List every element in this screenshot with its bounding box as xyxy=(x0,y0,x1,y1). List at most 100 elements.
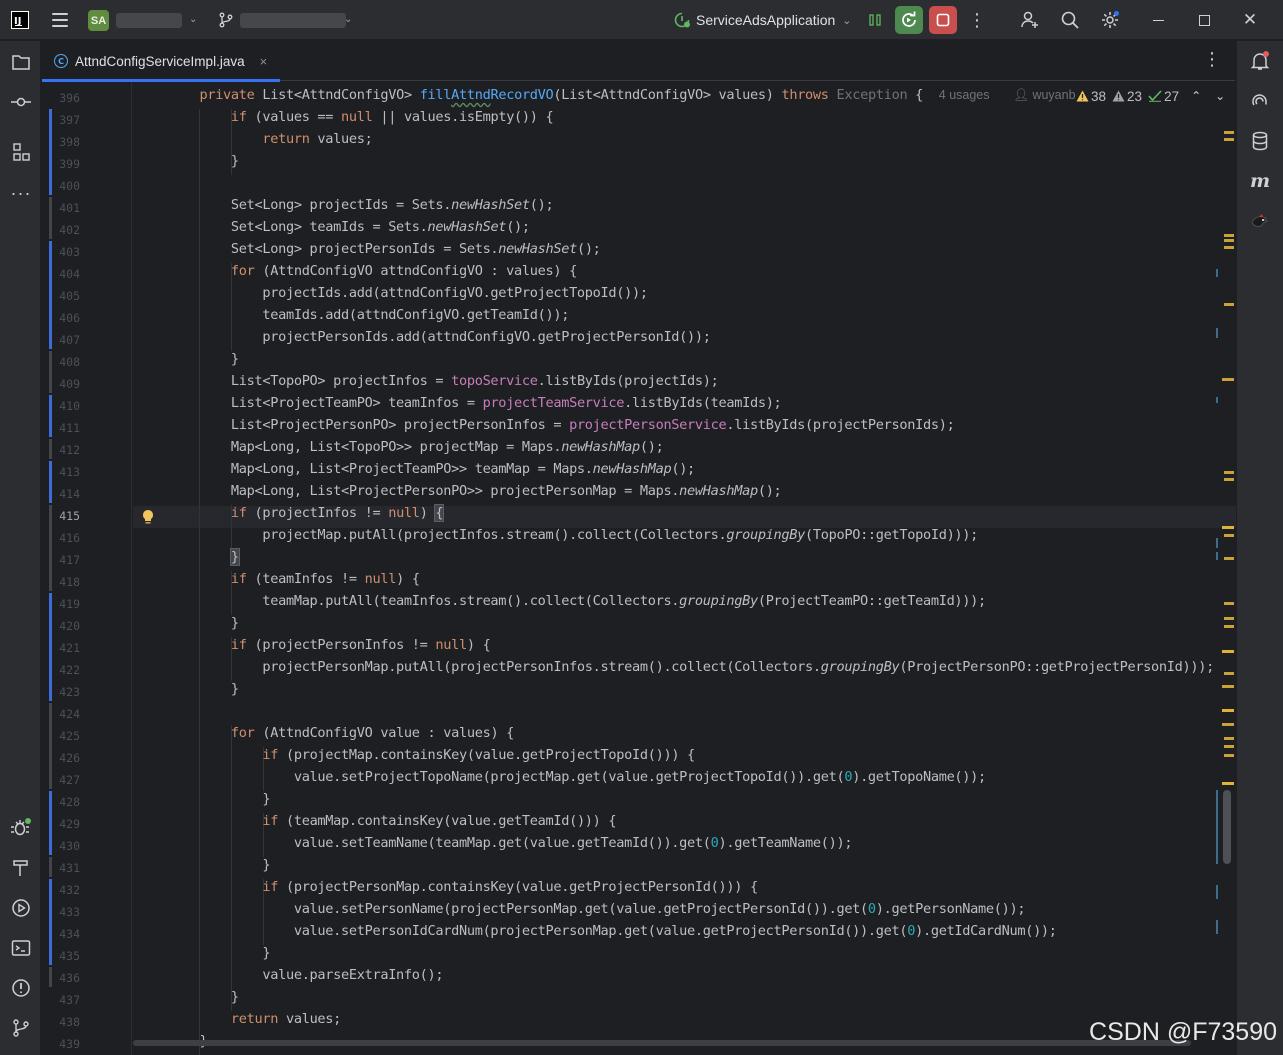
warning-stripe-marker[interactable] xyxy=(1224,625,1234,628)
code-line[interactable]: if (projectPersonInfos != null) { xyxy=(168,637,491,659)
line-number[interactable]: 410 xyxy=(42,399,80,413)
previous-highlight-chevron-up-icon[interactable]: ⌃ xyxy=(1191,89,1201,103)
code-line[interactable]: for (AttndConfigVO attndConfigVO : value… xyxy=(168,263,577,285)
line-number[interactable]: 424 xyxy=(42,707,80,721)
line-number[interactable]: 400 xyxy=(42,179,80,193)
code-line[interactable]: if (teamInfos != null) { xyxy=(168,571,420,593)
line-number[interactable]: 428 xyxy=(42,795,80,809)
line-number[interactable]: 437 xyxy=(42,993,80,1007)
code-line[interactable]: projectPersonMap.putAll(projectPersonInf… xyxy=(168,659,1214,681)
vcs-stripe-marker[interactable] xyxy=(1216,790,1218,864)
warning-stripe-marker[interactable] xyxy=(1224,754,1234,757)
minimize-window-icon[interactable] xyxy=(1148,10,1168,30)
code-line[interactable]: } xyxy=(168,857,270,879)
run-configuration-selector[interactable]: ServiceAdsApplication ⌄ xyxy=(673,10,852,30)
line-number[interactable]: 419 xyxy=(42,597,80,611)
line-number[interactable]: 436 xyxy=(42,971,80,985)
line-number[interactable]: 399 xyxy=(42,157,80,171)
line-number[interactable]: 413 xyxy=(42,465,80,479)
warning-stripe-marker[interactable] xyxy=(1222,723,1234,726)
warning-stripe-marker[interactable] xyxy=(1222,685,1234,688)
maximize-window-icon[interactable] xyxy=(1194,10,1214,30)
vcs-stripe-marker[interactable] xyxy=(1216,397,1218,403)
pause-run-button[interactable] xyxy=(861,6,889,34)
line-number[interactable]: 421 xyxy=(42,641,80,655)
code-line[interactable]: value.parseExtraInfo(); xyxy=(168,967,443,989)
code-line[interactable]: } xyxy=(168,548,240,571)
line-number[interactable]: 402 xyxy=(42,223,80,237)
error-stripe[interactable] xyxy=(1216,82,1236,1055)
branch-name-redacted[interactable] xyxy=(240,13,346,28)
warning-stripe-marker[interactable] xyxy=(1224,602,1234,605)
structure-icon[interactable] xyxy=(10,141,32,163)
main-menu-icon[interactable] xyxy=(52,13,68,27)
warning-stripe-marker[interactable] xyxy=(1224,534,1234,537)
project-name-redacted[interactable] xyxy=(116,13,182,28)
line-number[interactable]: 404 xyxy=(42,267,80,281)
vcs-stripe-marker[interactable] xyxy=(1216,538,1218,548)
more-tool-windows-icon[interactable]: ··· xyxy=(10,182,32,204)
code-line[interactable]: projectPersonIds.add(attndConfigVO.getPr… xyxy=(168,329,711,351)
code-line[interactable]: List<TopoPO> projectInfos = topoService.… xyxy=(168,373,719,395)
warning-stripe-marker[interactable] xyxy=(1222,378,1234,381)
code-line[interactable]: projectMap.putAll(projectInfos.stream().… xyxy=(168,527,978,549)
more-actions-icon[interactable]: ⋮ xyxy=(967,10,987,30)
line-number[interactable]: 405 xyxy=(42,289,80,303)
tab-options-icon[interactable]: ⋮ xyxy=(1203,49,1221,70)
line-number[interactable]: 401 xyxy=(42,201,80,215)
line-number[interactable]: 396 xyxy=(42,91,80,105)
problems-icon[interactable] xyxy=(10,977,32,999)
code-line[interactable]: return values; xyxy=(168,131,372,153)
code-line[interactable]: } xyxy=(168,945,270,967)
vcs-stripe-marker[interactable] xyxy=(1216,328,1218,338)
line-number[interactable]: 403 xyxy=(42,245,80,259)
code-line[interactable]: value.setPersonIdCardNum(projectPersonMa… xyxy=(168,923,1057,945)
line-number[interactable]: 431 xyxy=(42,861,80,875)
rerun-button[interactable] xyxy=(895,6,923,34)
line-number[interactable]: 426 xyxy=(42,751,80,765)
tab-close-icon[interactable]: × xyxy=(260,54,268,69)
line-number[interactable]: 425 xyxy=(42,729,80,743)
notifications-bell-icon[interactable] xyxy=(1249,50,1271,72)
warning-stripe-marker[interactable] xyxy=(1224,672,1234,675)
plugin-bird-icon[interactable] xyxy=(1249,210,1271,232)
intellij-logo-icon[interactable]: IJ xyxy=(11,11,29,29)
code-line[interactable]: Set<Long> projectPersonIds = Sets.newHas… xyxy=(168,241,601,263)
editor-gutter[interactable]: 396 397 398 399 400 401 402 403 404 405 406 407 408 4… xyxy=(42,82,132,1055)
build-hammer-icon[interactable] xyxy=(10,857,32,879)
close-window-icon[interactable]: ✕ xyxy=(1240,10,1260,30)
vcs-stripe-marker[interactable] xyxy=(1216,920,1218,934)
code-line[interactable]: teamIds.add(attndConfigVO.getTeamId()); xyxy=(168,307,569,329)
line-number[interactable]: 430 xyxy=(42,839,80,853)
code-line[interactable]: List<ProjectTeamPO> teamInfos = projectT… xyxy=(168,395,782,417)
code-line[interactable]: projectIds.add(attndConfigVO.getProjectT… xyxy=(168,285,648,307)
code-line[interactable]: if (teamMap.containsKey(value.getTeamId(… xyxy=(168,813,616,835)
code-line[interactable]: value.setProjectTopoName(projectMap.get(… xyxy=(168,769,986,791)
warning-stripe-marker[interactable] xyxy=(1224,246,1234,249)
line-number[interactable]: 409 xyxy=(42,377,80,391)
horizontal-scrollbar[interactable] xyxy=(133,1040,1191,1046)
code-line[interactable]: } xyxy=(168,791,270,813)
warning-stripe-marker[interactable] xyxy=(1222,709,1234,712)
code-area[interactable]: private List<AttndConfigVO> fillAttndRec… xyxy=(133,82,1236,1055)
warning-stripe-marker[interactable] xyxy=(1224,737,1234,740)
line-number[interactable]: 432 xyxy=(42,883,80,897)
warning-stripe-marker[interactable] xyxy=(1222,782,1234,785)
line-number[interactable]: 433 xyxy=(42,905,80,919)
code-line[interactable]: Map<Long, List<ProjectTeamPO>> teamMap =… xyxy=(168,461,695,483)
code-line[interactable]: teamMap.putAll(teamInfos.stream().collec… xyxy=(168,593,986,615)
warning-stripe-marker[interactable] xyxy=(1224,138,1234,141)
line-number[interactable]: 397 xyxy=(42,113,80,127)
vcs-branch-icon[interactable] xyxy=(218,12,234,28)
terminal-icon[interactable] xyxy=(10,937,32,959)
ai-assistant-icon[interactable] xyxy=(1249,90,1271,112)
settings-gear-icon[interactable] xyxy=(1100,10,1120,30)
line-number[interactable]: 406 xyxy=(42,311,80,325)
search-icon[interactable] xyxy=(1060,10,1080,30)
line-number[interactable]: 415 xyxy=(42,509,80,523)
line-number[interactable]: 398 xyxy=(42,135,80,149)
line-number[interactable]: 435 xyxy=(42,949,80,963)
warning-stripe-marker[interactable] xyxy=(1224,617,1234,620)
code-line[interactable]: if (projectPersonMap.containsKey(value.g… xyxy=(168,879,758,901)
line-number[interactable]: 408 xyxy=(42,355,80,369)
